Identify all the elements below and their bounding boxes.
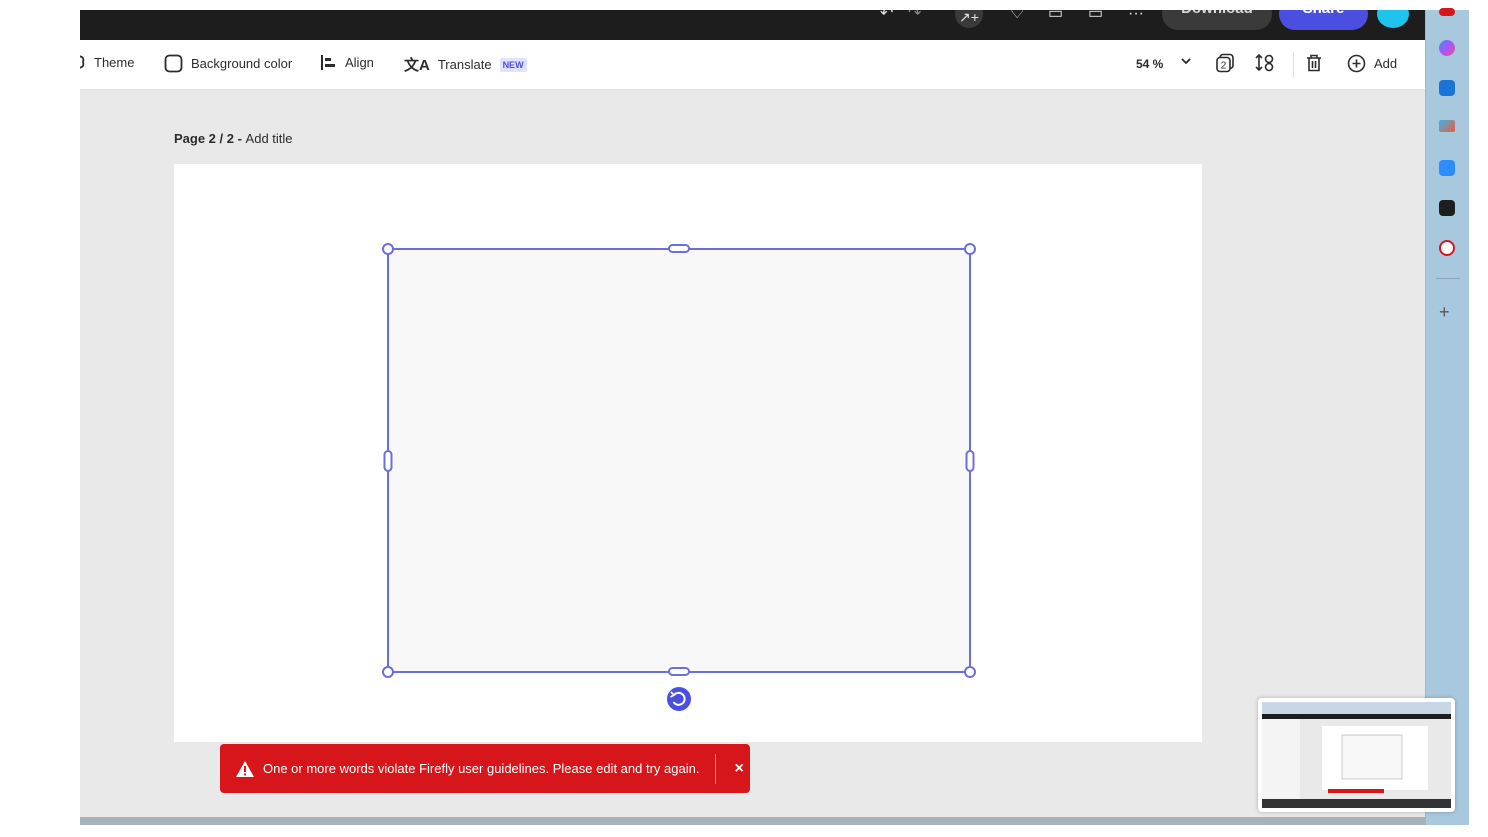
undo-icon[interactable]: ↶ bbox=[880, 10, 893, 24]
reorder-icon[interactable] bbox=[1255, 53, 1275, 73]
toolbar: Theme Background color Align 文A Translat… bbox=[80, 40, 1425, 90]
avatar[interactable] bbox=[1377, 10, 1409, 28]
chevron-down-icon[interactable] bbox=[1179, 54, 1193, 68]
outlook-icon[interactable] bbox=[1439, 80, 1455, 96]
resize-handle-right[interactable] bbox=[965, 450, 975, 472]
selection-overlay bbox=[382, 243, 976, 711]
notification-icon[interactable] bbox=[1439, 8, 1455, 16]
download-button[interactable]: Download bbox=[1162, 10, 1272, 30]
comment-icon[interactable]: ▭ bbox=[1048, 10, 1063, 24]
align-left-icon bbox=[321, 55, 335, 70]
zoom-level[interactable]: 54 % bbox=[1136, 57, 1163, 71]
copilot-icon[interactable] bbox=[1439, 40, 1455, 56]
page-number: Page 2 / 2 bbox=[174, 131, 234, 146]
align-button[interactable]: Align bbox=[320, 54, 374, 71]
warning-icon bbox=[236, 760, 254, 777]
new-badge: NEW bbox=[499, 57, 527, 72]
app-window: ↶ ↷ ↗+ ♡ ▭ ▭ ··· Download Share Theme Ba… bbox=[80, 10, 1425, 825]
resize-handle-top[interactable] bbox=[668, 244, 690, 253]
chat-icon[interactable]: ▭ bbox=[1088, 10, 1103, 24]
invite-icon[interactable]: ↗+ bbox=[955, 10, 983, 28]
chatgpt-icon[interactable] bbox=[1439, 200, 1455, 216]
thumbnail-preview bbox=[1262, 702, 1451, 808]
screen-thumbnail[interactable] bbox=[1258, 698, 1455, 812]
trash-icon[interactable] bbox=[1304, 53, 1324, 73]
app-icon[interactable] bbox=[1439, 120, 1455, 132]
svg-text:2: 2 bbox=[1221, 61, 1227, 72]
plus-icon[interactable]: + bbox=[1439, 302, 1450, 323]
news-icon[interactable] bbox=[1439, 240, 1455, 256]
top-bar: ↶ ↷ ↗+ ♡ ▭ ▭ ··· Download Share bbox=[80, 10, 1425, 40]
plus-circle-icon bbox=[1347, 54, 1366, 73]
resize-handle-top-right[interactable] bbox=[964, 243, 976, 255]
add-label: Add bbox=[1374, 56, 1398, 71]
resize-handle-top-left[interactable] bbox=[382, 243, 394, 255]
translate-button[interactable]: 文A Translate NEW bbox=[404, 54, 527, 75]
translate-icon: 文A bbox=[404, 57, 430, 74]
zoom-meeting-icon[interactable] bbox=[1439, 160, 1455, 176]
rail-divider bbox=[1436, 278, 1460, 279]
background-color-icon bbox=[164, 54, 183, 73]
more-icon[interactable]: ··· bbox=[1128, 10, 1144, 24]
page-label: Page 2 / 2 - Add title bbox=[174, 131, 293, 146]
theme-button[interactable]: Theme bbox=[80, 54, 134, 70]
redo-icon[interactable]: ↷ bbox=[908, 10, 921, 24]
background-color-label: Background color bbox=[191, 56, 293, 71]
toolbar-divider bbox=[1293, 52, 1294, 78]
align-label: Align bbox=[345, 55, 374, 70]
resize-handle-left[interactable] bbox=[383, 450, 393, 472]
toast-message: One or more words violate Firefly user g… bbox=[263, 761, 700, 776]
add-title-link[interactable]: Add title bbox=[246, 131, 293, 146]
translate-label: Translate bbox=[437, 57, 492, 72]
resize-handle-bottom[interactable] bbox=[668, 667, 690, 676]
background-color-button[interactable]: Background color bbox=[164, 54, 292, 73]
close-icon[interactable]: × bbox=[734, 760, 743, 778]
resize-handle-bottom-left[interactable] bbox=[382, 666, 394, 678]
error-toast: One or more words violate Firefly user g… bbox=[220, 744, 750, 793]
page-label-separator: - bbox=[233, 131, 246, 146]
toast-divider bbox=[715, 753, 717, 784]
pages-icon[interactable]: 2 bbox=[1215, 53, 1235, 73]
rotate-handle[interactable] bbox=[667, 687, 691, 711]
theme-label: Theme bbox=[94, 54, 135, 70]
theme-icon bbox=[80, 55, 85, 69]
lightbulb-icon[interactable]: ♡ bbox=[1010, 10, 1024, 24]
canvas-page[interactable] bbox=[174, 164, 1202, 742]
bottom-border bbox=[80, 817, 1425, 825]
selected-shape[interactable] bbox=[387, 248, 971, 673]
share-button[interactable]: Share bbox=[1279, 10, 1368, 30]
add-button[interactable]: Add bbox=[1347, 54, 1397, 73]
resize-handle-bottom-right[interactable] bbox=[964, 666, 976, 678]
